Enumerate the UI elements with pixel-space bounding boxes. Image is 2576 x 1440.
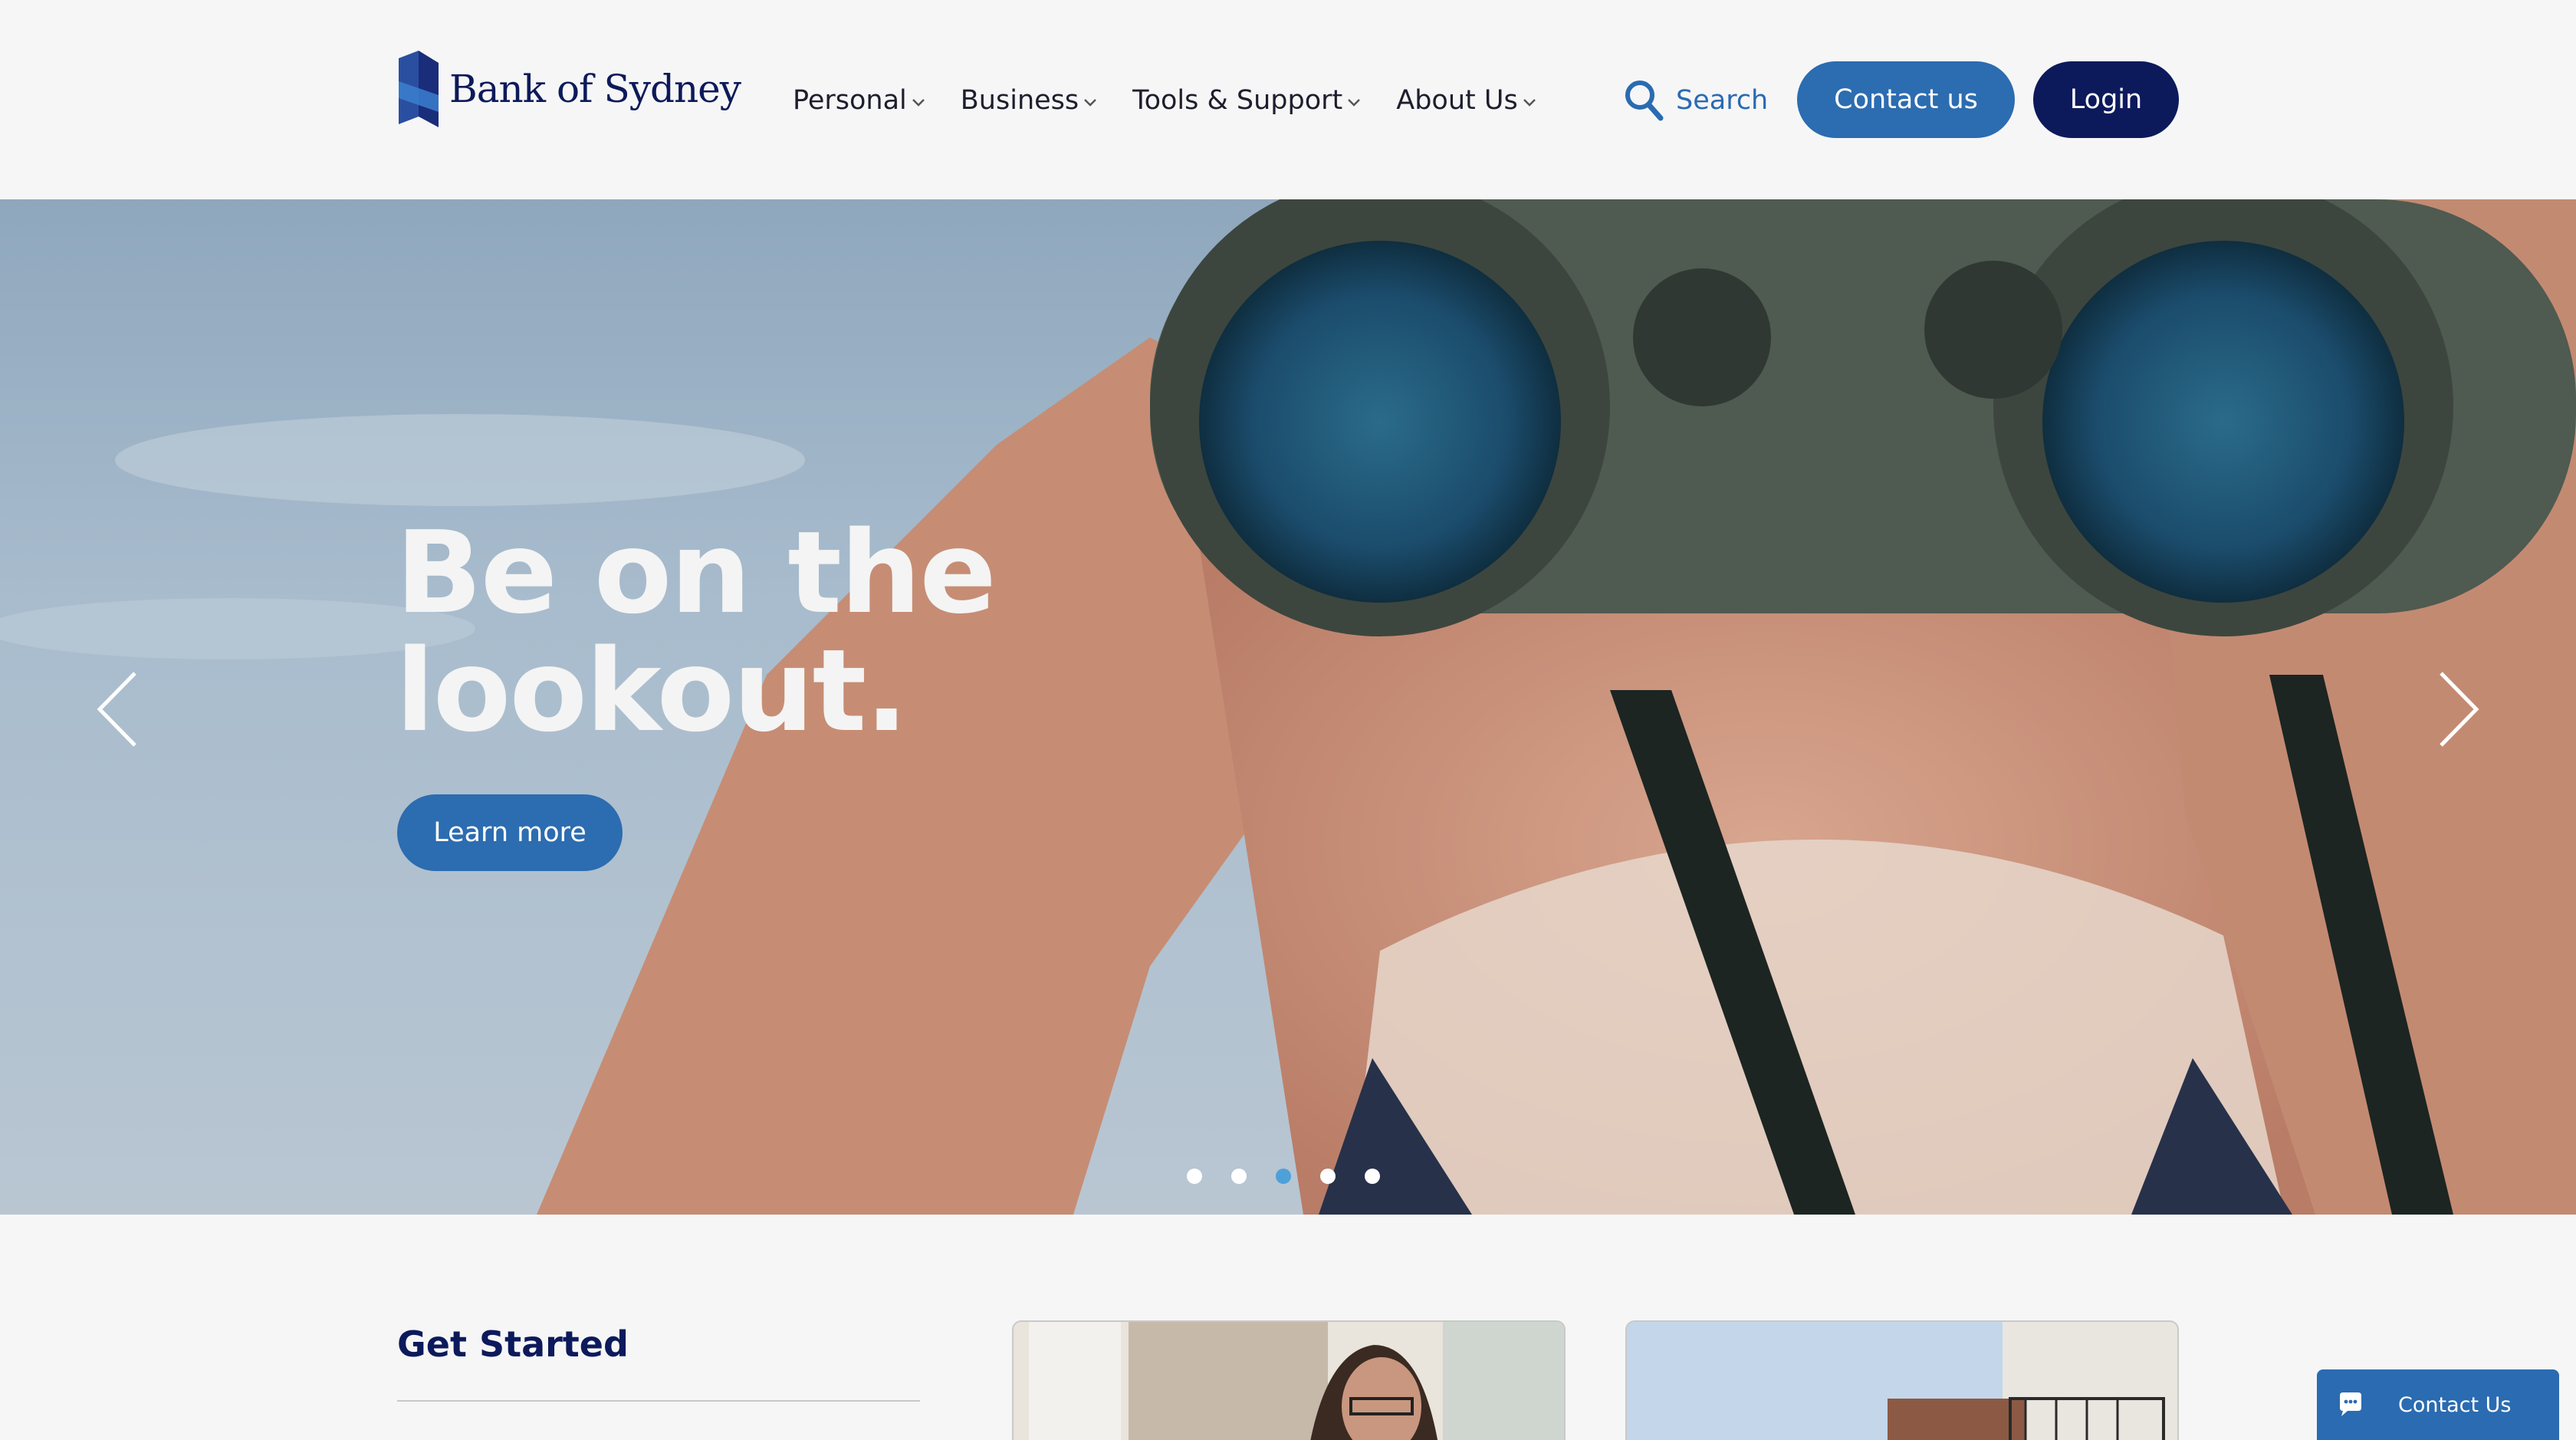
chevron-down-icon: [1084, 99, 1097, 107]
hero-image: [0, 199, 2576, 1215]
nav-tools-support[interactable]: Tools & Support: [1132, 85, 1362, 116]
contact-us-button[interactable]: Contact us: [1797, 61, 2015, 138]
carousel-dots: [1187, 1169, 1409, 1184]
chat-label: Contact Us: [2398, 1392, 2512, 1417]
nav-business-label: Business: [960, 85, 1079, 116]
feature-card-1[interactable]: [1012, 1320, 1566, 1440]
card-image-woman: [1014, 1322, 1564, 1440]
chevron-left-icon[interactable]: [89, 667, 150, 751]
card-image-building: [1627, 1322, 2177, 1440]
carousel-dot-2[interactable]: [1231, 1169, 1247, 1184]
bank-of-sydney-logo-icon: [399, 51, 439, 127]
login-button[interactable]: Login: [2033, 61, 2179, 138]
logo-text: Bank of Sydney: [449, 67, 741, 111]
carousel-dot-1[interactable]: [1187, 1169, 1202, 1184]
search-label: Search: [1676, 85, 1769, 116]
chevron-down-icon: [1523, 99, 1536, 107]
main-nav: Personal Business Tools & Support About …: [793, 74, 1572, 127]
logo[interactable]: Bank of Sydney: [396, 49, 741, 129]
nav-about-us[interactable]: About Us: [1396, 85, 1537, 116]
learn-more-button[interactable]: Learn more: [397, 794, 623, 871]
hero-title-line-2: lookout.: [396, 625, 909, 757]
carousel-dot-3[interactable]: [1276, 1169, 1291, 1184]
nav-personal-label: Personal: [793, 85, 907, 116]
chevron-right-icon[interactable]: [2426, 667, 2487, 751]
chevron-down-icon: [1348, 99, 1361, 107]
nav-about-us-label: About Us: [1396, 85, 1518, 116]
nav-business[interactable]: Business: [961, 85, 1099, 116]
site-header: Bank of Sydney Personal Business Tools &…: [0, 0, 2576, 199]
nav-tools-support-label: Tools & Support: [1132, 85, 1343, 116]
chat-contact-button[interactable]: Contact Us: [2317, 1369, 2559, 1440]
get-started-heading: Get Started: [397, 1323, 629, 1365]
chevron-down-icon: [912, 99, 925, 107]
carousel-dot-4[interactable]: [1320, 1169, 1336, 1184]
hero-title: Be on the lookout.: [396, 507, 997, 757]
carousel-dot-5[interactable]: [1365, 1169, 1380, 1184]
search-button[interactable]: Search: [1624, 74, 1768, 127]
hero-carousel: Be on the lookout. Learn more: [0, 199, 2576, 1215]
feature-card-2[interactable]: [1625, 1320, 2179, 1440]
divider: [397, 1400, 920, 1402]
hero-title-line-1: Be on the: [396, 507, 997, 639]
chat-bubble-icon: [2340, 1392, 2361, 1416]
nav-personal[interactable]: Personal: [793, 85, 927, 116]
search-icon: [1625, 81, 1664, 121]
